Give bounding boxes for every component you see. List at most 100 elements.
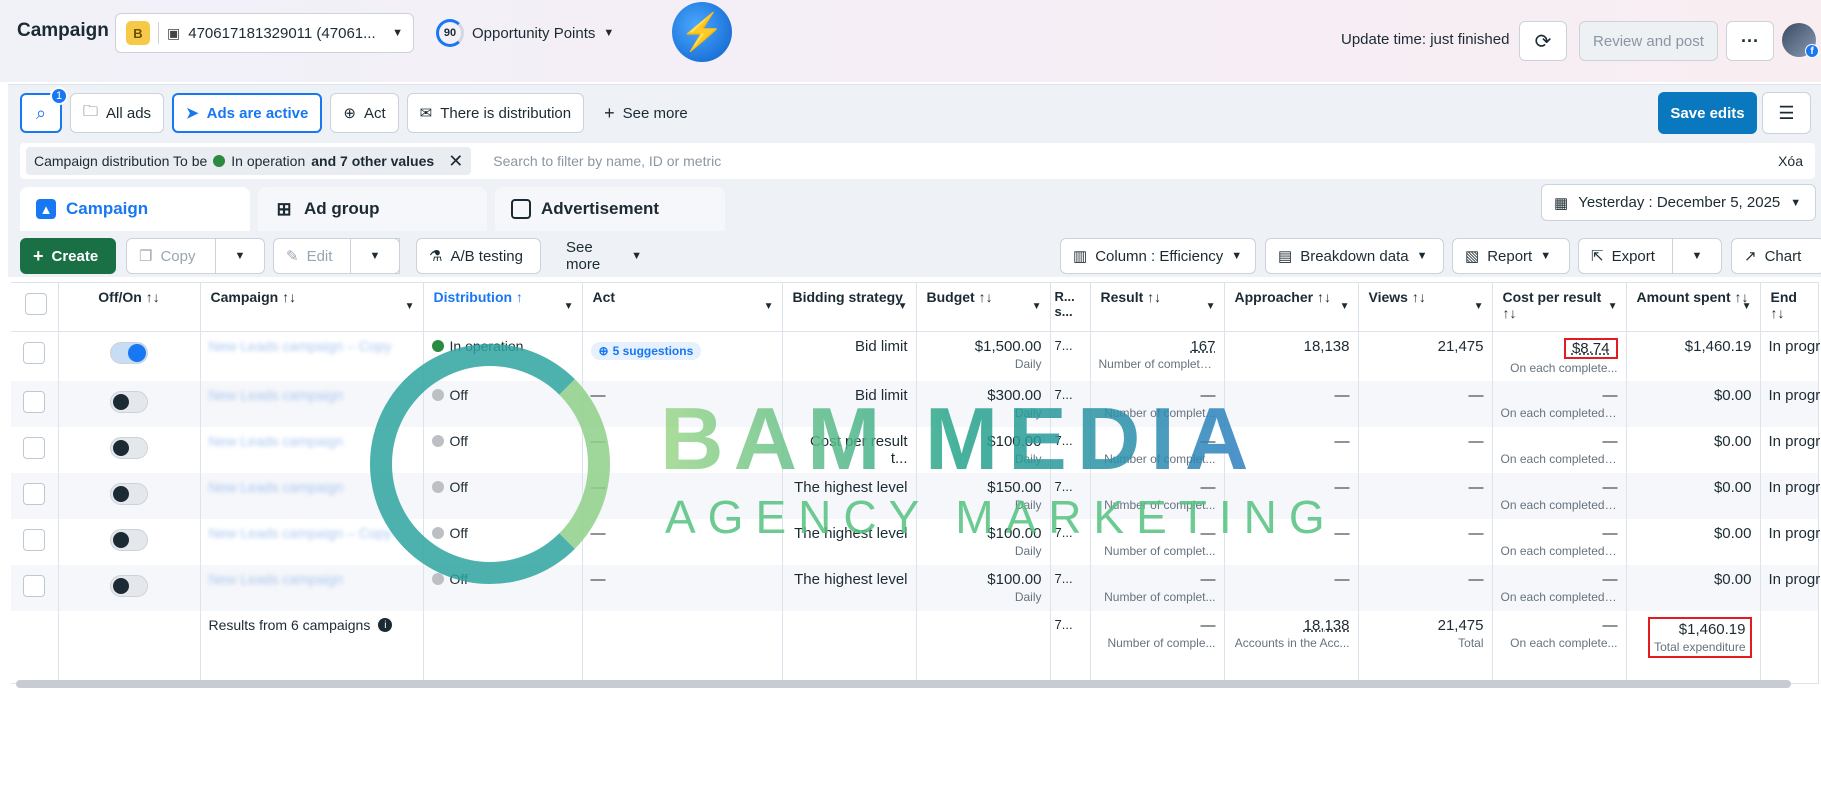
campaign-name-link[interactable]: New Leads campaign (209, 387, 344, 403)
search-button[interactable]: ⌕ 1 (20, 87, 68, 133)
campaign-name-link[interactable]: New Leads campaign – Copy (209, 525, 392, 541)
table-row[interactable]: New Leads campaign Off — The highest level $… (11, 565, 1821, 611)
bidding-value: The highest level (794, 479, 908, 496)
totals-cpr-sub: On each complete... (1510, 636, 1618, 650)
table-row[interactable]: New Leads campaign Off — The highest level $… (11, 473, 1821, 519)
create-button[interactable]: + Create (20, 238, 116, 274)
row-checkbox[interactable] (23, 391, 45, 413)
amount-spent-value: $0.00 (1713, 479, 1752, 496)
refresh-button[interactable]: ⟳ (1519, 21, 1567, 61)
column-header-rs[interactable]: R... s... (1050, 282, 1091, 332)
opportunity-points-button[interactable]: 90 Opportunity Points ▼ (436, 19, 614, 47)
distribution-filter[interactable]: ✉ There is distribution (406, 93, 585, 133)
rs-value: 7... (1054, 338, 1073, 353)
campaign-name-link[interactable]: New Leads campaign (209, 571, 344, 587)
rs-value: 7... (1054, 525, 1073, 540)
column-header-cost-per-result[interactable]: Cost per result ↑↓ ▼ (1492, 282, 1627, 332)
campaign-icon: ▲ (36, 199, 56, 219)
see-more-filters-button[interactable]: + See more (592, 93, 700, 133)
status-dot-icon (431, 481, 444, 493)
budget-cell[interactable]: $300.00 Daily (916, 381, 1051, 427)
column-header-bidding[interactable]: Bidding strategy ▼ (782, 282, 917, 332)
clear-filters-link[interactable]: Xóa (1778, 153, 1803, 169)
account-selector[interactable]: B ▣ 470617181329011 (47061... ▼ (115, 13, 414, 53)
column-header-distribution[interactable]: Distribution ↑ ▼ (423, 282, 583, 332)
amount-spent-value: $0.00 (1713, 525, 1752, 542)
filter-chip[interactable]: Campaign distribution To be In operation… (26, 147, 472, 175)
column-header-views[interactable]: Views ↑↓ ▼ (1358, 282, 1493, 332)
chart-button[interactable]: ↗ Chart (1731, 238, 1821, 274)
more-options-button[interactable]: ··· (1726, 21, 1774, 61)
filter-search-input[interactable]: Search to filter by name, ID or metric (493, 153, 1778, 169)
column-header-offon[interactable]: Off/On ↑↓ (58, 282, 201, 332)
budget-cell[interactable]: $1,500.00 Daily (916, 331, 1051, 381)
campaign-toggle[interactable] (110, 575, 148, 597)
column-selector-button[interactable]: ▥ Column : Efficiency ▼ (1060, 238, 1256, 274)
edit-dropdown-button[interactable]: ▼ (350, 238, 400, 274)
campaign-toggle[interactable] (110, 342, 148, 364)
export-dropdown-button[interactable]: ▼ (1672, 238, 1722, 274)
column-header-campaign[interactable]: Campaign ↑↓ ▼ (200, 282, 424, 332)
campaign-name-link[interactable]: New Leads campaign – Copy (209, 338, 392, 354)
act-cell: — (582, 519, 783, 565)
chip-suffix: and 7 other values (311, 153, 435, 169)
column-header-act[interactable]: Act ▼ (582, 282, 783, 332)
act-filter[interactable]: ⊕ Act (330, 93, 399, 133)
horizontal-scrollbar[interactable] (16, 680, 1791, 688)
ab-testing-button[interactable]: ⚗ A/B testing (416, 238, 541, 274)
suggestions-badge[interactable]: ⊕ 5 suggestions (590, 342, 702, 360)
campaign-toggle[interactable] (110, 529, 148, 551)
approacher-cell: — (1224, 427, 1359, 473)
column-header-budget[interactable]: Budget ↑↓ ▼ (916, 282, 1051, 332)
campaign-toggle[interactable] (110, 437, 148, 459)
campaign-name-link[interactable]: New Leads campaign (209, 433, 344, 449)
all-ads-label: All ads (106, 104, 152, 122)
row-checkbox[interactable] (23, 483, 45, 505)
row-checkbox[interactable] (23, 529, 45, 551)
budget-value: $100.00 (987, 525, 1042, 542)
report-button[interactable]: ▧ Report ▼ (1452, 238, 1570, 274)
table-row[interactable]: New Leads campaign – Copy Off — The highest… (11, 519, 1821, 565)
opportunity-score-ring: 90 (436, 19, 464, 47)
budget-cell[interactable]: $100.00 Daily (916, 427, 1051, 473)
budget-cell[interactable]: $100.00 Daily (916, 519, 1051, 565)
column-header-result[interactable]: Result ↑↓ ▼ (1090, 282, 1225, 332)
ads-active-filter[interactable]: ➤ Ads are active (172, 93, 323, 133)
toggle-cell (58, 565, 201, 611)
column-header-approacher[interactable]: Approacher ↑↓ ▼ (1224, 282, 1359, 332)
table-row[interactable]: New Leads campaign – Copy In operation ⊕ 5 … (11, 331, 1821, 381)
campaign-toggle[interactable] (110, 391, 148, 413)
row-checkbox[interactable] (23, 575, 45, 597)
review-and-post-button[interactable]: Review and post (1579, 21, 1718, 61)
header-label: Campaign ↑↓ (210, 289, 297, 305)
row-checkbox[interactable] (23, 437, 45, 459)
copy-dropdown-button[interactable]: ▼ (215, 238, 265, 274)
close-icon[interactable]: ✕ (448, 151, 463, 172)
campaign-toggle[interactable] (110, 483, 148, 505)
column-header-end[interactable]: End ↑↓ (1760, 282, 1819, 332)
totals-result-sub: Number of comple... (1107, 636, 1216, 650)
table-row[interactable]: New Leads campaign Off — Cost per result t.… (11, 427, 1821, 473)
info-icon[interactable]: i (378, 618, 393, 632)
breakdown-icon: ▤ (1278, 248, 1293, 265)
budget-cell[interactable]: $100.00 Daily (916, 565, 1051, 611)
tab-advertisement[interactable]: Advertisement (495, 187, 725, 231)
column-header-amount-spent[interactable]: Amount spent ↑↓ ▼ (1626, 282, 1761, 332)
result-value: — (1200, 479, 1216, 496)
see-more-actions-button[interactable]: See more ▼ (554, 238, 654, 274)
save-edits-button[interactable]: Save edits (1658, 92, 1757, 134)
tab-ad-group[interactable]: ⊞ Ad group (258, 187, 487, 231)
tab-campaign[interactable]: ▲ Campaign (20, 187, 250, 231)
result-cell: — Number of complet... (1090, 427, 1225, 473)
settings-button[interactable]: ☰ (1762, 92, 1811, 134)
table-row[interactable]: New Leads campaign Off — Bid limit $300.00 Da… (11, 381, 1821, 427)
budget-cell[interactable]: $150.00 Daily (916, 473, 1051, 519)
breakdown-button[interactable]: ▤ Breakdown data ▼ (1265, 238, 1444, 274)
campaign-name-link[interactable]: New Leads campaign (209, 479, 344, 495)
select-all-checkbox[interactable] (25, 293, 47, 315)
row-checkbox[interactable] (23, 342, 45, 364)
chevron-down-icon: ▼ (763, 301, 774, 312)
ad-icon (511, 199, 531, 219)
date-range-picker[interactable]: ▦ Yesterday : December 5, 2025 ▼ (1541, 184, 1816, 221)
all-ads-filter[interactable]: 🗀 All ads (70, 93, 165, 133)
